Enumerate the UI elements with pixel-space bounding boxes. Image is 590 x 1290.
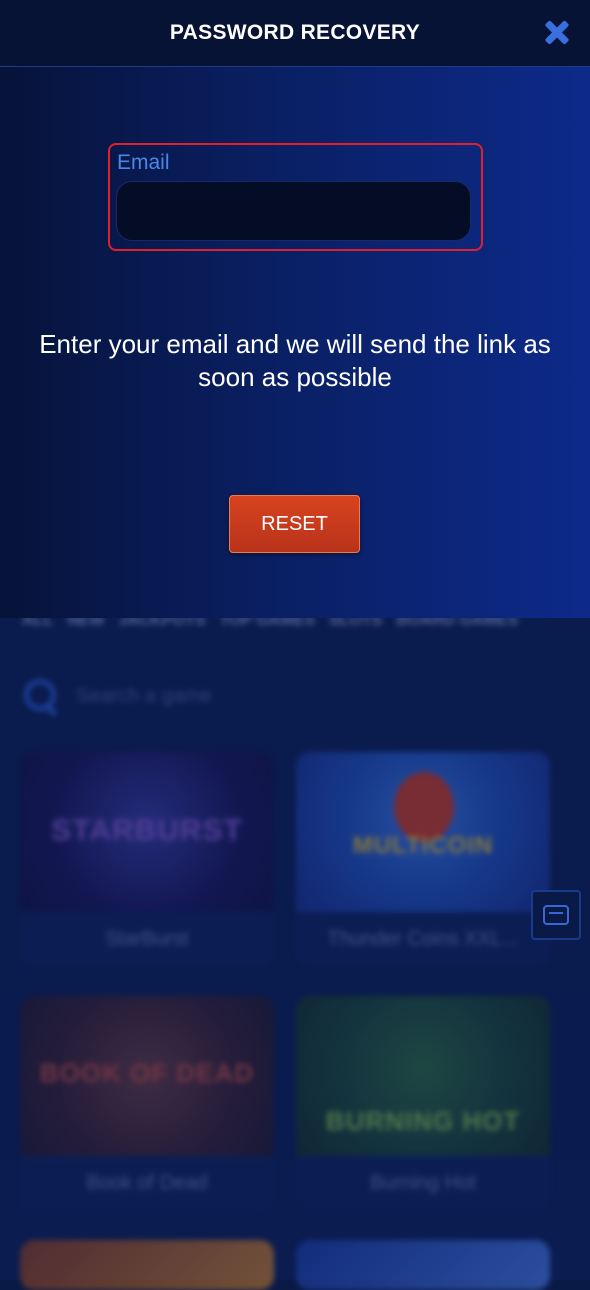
game-tile-thunder-coins[interactable]: MULTICOIN Thunder Coins XXL...	[296, 752, 550, 966]
reset-button[interactable]: RESET	[229, 495, 360, 553]
game-thumbnail: BURNING HOT	[296, 996, 550, 1156]
game-name: Burning Hot	[370, 1171, 476, 1194]
search-placeholder: Search a game	[76, 684, 212, 707]
game-grid: STARBURST StarBurst MULTICOIN Thunder Co…	[20, 752, 550, 1290]
game-logo: STARBURST	[51, 814, 243, 847]
game-search-bar[interactable]: Search a game	[22, 668, 544, 724]
game-thumbnail: BOOK OF DEAD	[20, 996, 274, 1156]
chat-button[interactable]	[531, 890, 581, 940]
search-icon	[22, 677, 60, 718]
close-icon[interactable]	[542, 18, 572, 48]
password-recovery-modal: PASSWORD RECOVERY Email Enter your email…	[0, 0, 590, 618]
game-logo: BOOK OF DEAD	[39, 1058, 255, 1088]
game-tile-partial[interactable]	[20, 1240, 274, 1290]
modal-header: PASSWORD RECOVERY	[0, 0, 590, 67]
game-thumbnail	[20, 1240, 274, 1290]
game-thumbnail: MULTICOIN	[296, 752, 550, 912]
modal-title: PASSWORD RECOVERY	[169, 21, 421, 44]
email-field-group: Email	[108, 143, 483, 251]
game-tile-starburst[interactable]: STARBURST StarBurst	[20, 752, 274, 966]
game-name: Book of Dead	[86, 1171, 208, 1194]
game-name: StarBurst	[105, 927, 189, 950]
chat-icon	[543, 905, 569, 925]
game-tile-burning-hot[interactable]: BURNING HOT Burning Hot	[296, 996, 550, 1210]
game-name: Thunder Coins XXL...	[327, 927, 519, 950]
game-thumbnail: STARBURST	[20, 752, 274, 912]
game-logo: MULTICOIN	[352, 832, 494, 859]
email-field[interactable]	[116, 181, 471, 241]
game-tile-book-of-dead[interactable]: BOOK OF DEAD Book of Dead	[20, 996, 274, 1210]
game-tile-partial[interactable]	[296, 1240, 550, 1290]
game-thumbnail	[296, 1240, 550, 1290]
email-label: Email	[117, 151, 170, 174]
game-logo: BURNING HOT	[325, 1106, 521, 1136]
instructions-text: Enter your email and we will send the li…	[39, 329, 551, 392]
